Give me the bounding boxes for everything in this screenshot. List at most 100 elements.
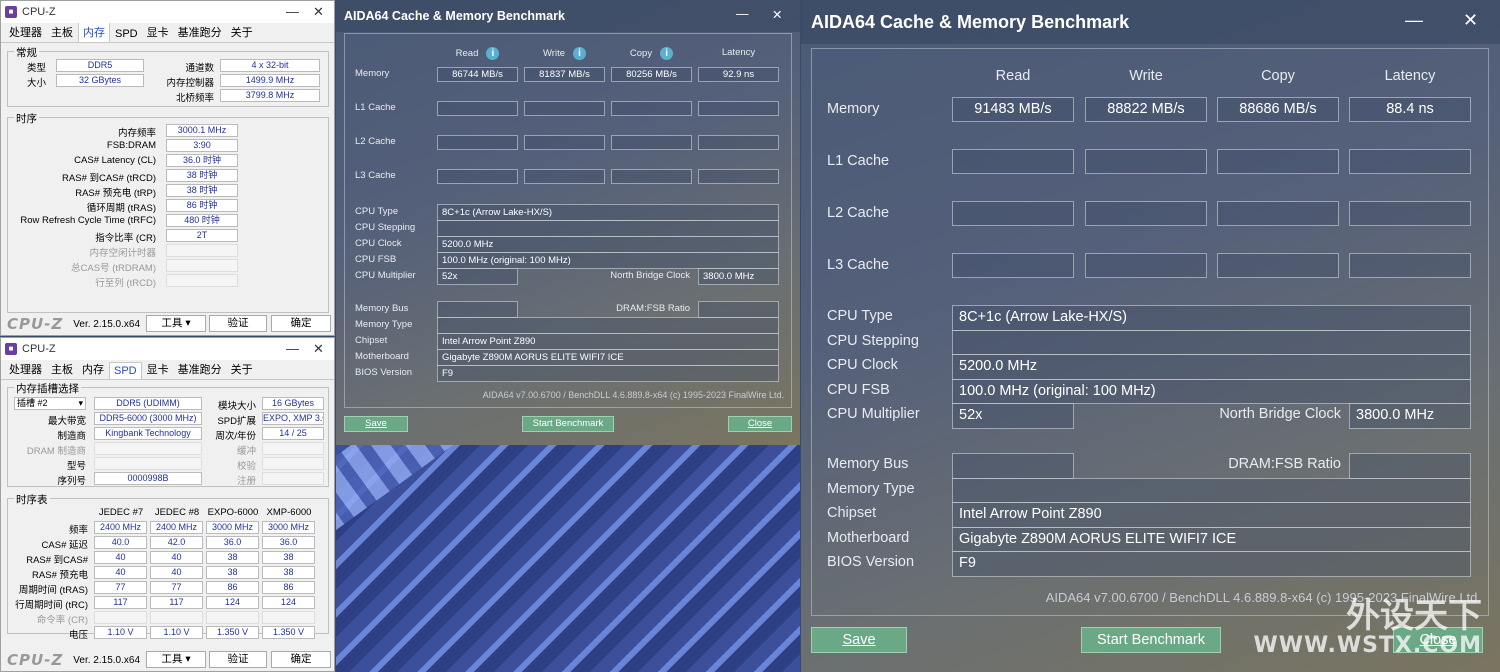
tab-cpu[interactable]: 处理器 (5, 22, 46, 42)
aida-small-window: AIDA64 Cache & Memory Benchmark — ✕ Read i Wr… (336, 0, 800, 445)
slot-value: 插槽 #2 (17, 398, 48, 408)
info-icon[interactable]: i (573, 47, 586, 60)
close-icon[interactable]: ✕ (772, 7, 782, 22)
col-header: Read (952, 68, 1074, 84)
tools-button[interactable]: 工具 ▾ (146, 651, 206, 668)
ok-button[interactable]: 确定 (271, 315, 331, 332)
group-title: 时序 (14, 111, 39, 126)
module-size-label: 模块大小 (217, 401, 256, 412)
tab-mainboard[interactable]: 主板 (47, 22, 77, 42)
cpuz-memory-window: ■ CPU-Z — ✕ 处理器 主板 内存 SPD 显卡 基准跑分 关于 常规 … (0, 0, 335, 336)
validate-button[interactable]: 验证 (209, 651, 267, 668)
result-box (698, 135, 779, 150)
result-box (437, 135, 518, 150)
bios-version-value: F9 (952, 551, 1471, 577)
table-cell: 2400 MHz (150, 521, 203, 534)
table-row-label: 频率 (68, 525, 88, 536)
result-box: 88686 MB/s (1217, 97, 1339, 122)
maker-value: Kingbank Technology (94, 427, 202, 440)
timing-value: 3000.1 MHz (166, 124, 238, 137)
table-cell: 2400 MHz (94, 521, 147, 534)
result-box: 92.9 ns (698, 67, 779, 82)
watermark-url: WWW.WSTX.COM (1253, 633, 1482, 658)
minimize-icon[interactable]: — (736, 7, 749, 21)
timing-label: 循环周期 (tRAS) (86, 203, 156, 214)
timing-label: 行至列 (tRCD) (95, 278, 156, 289)
close-icon[interactable]: ✕ (1463, 10, 1478, 31)
table-cell (262, 611, 315, 624)
cpu-fsb-label: CPU FSB (827, 381, 890, 398)
close-button[interactable]: Close (728, 416, 792, 432)
table-cell: 1.350 V (206, 626, 259, 639)
table-cell: 36.0 (206, 536, 259, 549)
tab-graphics[interactable]: 显卡 (143, 359, 173, 379)
save-button[interactable]: Save (344, 416, 408, 432)
minimize-icon[interactable]: — (1405, 10, 1423, 31)
cpu-clock-value: 5200.0 MHz (952, 354, 1471, 380)
ok-button[interactable]: 确定 (271, 651, 331, 668)
tab-cpu[interactable]: 处理器 (5, 359, 46, 379)
dram-fsb-label: DRAM:FSB Ratio (616, 303, 690, 314)
tab-bench[interactable]: 基准跑分 (174, 359, 226, 379)
model-label: 型号 (66, 461, 86, 472)
tab-mainboard[interactable]: 主板 (47, 359, 77, 379)
tab-spd[interactable]: SPD (111, 26, 142, 42)
motherboard-value: Gigabyte Z890M AORUS ELITE WIFI7 ICE (437, 349, 779, 366)
aida-large-window: AIDA64 Cache & Memory Benchmark — ✕ Read Wri… (801, 0, 1500, 672)
tab-bench[interactable]: 基准跑分 (174, 22, 226, 42)
timing-label: CAS# Latency (CL) (74, 155, 156, 166)
cpu-multiplier-value: 52x (437, 268, 518, 285)
col-header-label: Read (995, 68, 1031, 84)
start-benchmark-button[interactable]: Start Benchmark (522, 416, 614, 432)
col-header: Latency (1349, 68, 1471, 84)
dram-maker-label: DRAM 制造商 (26, 446, 86, 457)
nb-clock-value: 3800.0 MHz (1349, 403, 1471, 429)
col-header-label: Read (455, 48, 479, 59)
table-cell: 77 (94, 581, 147, 594)
minimize-icon[interactable]: — (286, 4, 299, 19)
info-icon[interactable]: i (486, 47, 500, 60)
dram-maker-value (94, 442, 202, 455)
cpu-type-value: 8C+1c (Arrow Lake-HX/S) (437, 204, 779, 221)
bios-version-value: F9 (437, 365, 779, 382)
result-box (437, 169, 518, 184)
timing-value: 3:90 (166, 139, 238, 152)
result-box (1349, 201, 1471, 226)
tools-button[interactable]: 工具 ▾ (146, 315, 206, 332)
start-benchmark-button[interactable]: Start Benchmark (1081, 627, 1221, 653)
mc-value: 1499.9 MHz (220, 74, 320, 87)
minimize-icon[interactable]: — (286, 341, 299, 356)
close-icon[interactable]: ✕ (313, 4, 324, 20)
slot-select[interactable]: 插槽 #2 ▾ (14, 397, 86, 410)
tab-memory[interactable]: 内存 (78, 359, 108, 379)
result-box: 81837 MB/s (524, 67, 605, 82)
cpu-clock-label: CPU Clock (827, 357, 898, 373)
max-bw-value: DDR5-6000 (3000 MHz) (94, 412, 202, 425)
result-box: 88822 MB/s (1085, 97, 1207, 122)
table-col-header: XMP-6000 (266, 507, 312, 518)
table-cell: 40.0 (94, 536, 147, 549)
cpu-multiplier-value: 52x (952, 403, 1074, 429)
tab-memory[interactable]: 内存 (78, 21, 110, 42)
result-box (1085, 253, 1207, 278)
tab-about[interactable]: 关于 (227, 22, 257, 42)
validate-button[interactable]: 验证 (209, 315, 267, 332)
result-box (611, 135, 692, 150)
timing-label: 内存频率 (117, 128, 156, 139)
timing-label: Row Refresh Cycle Time (tRFC) (20, 215, 156, 226)
check-label: 校验 (236, 461, 256, 472)
save-button[interactable]: Save (811, 627, 907, 653)
info-icon[interactable]: i (660, 47, 674, 60)
module-type-value: DDR5 (UDIMM) (94, 397, 202, 410)
timing-value: 38 时钟 (166, 184, 238, 197)
tab-spd[interactable]: SPD (109, 362, 142, 379)
tab-graphics[interactable]: 显卡 (143, 22, 173, 42)
serial-label: 序列号 (57, 476, 86, 487)
result-box: 88.4 ns (1349, 97, 1471, 122)
window-title: AIDA64 Cache & Memory Benchmark (344, 9, 565, 23)
tools-label: 工具 (161, 653, 183, 665)
close-icon[interactable]: ✕ (313, 341, 324, 357)
tab-about[interactable]: 关于 (227, 359, 257, 379)
col-header-label: Latency (1384, 68, 1436, 84)
cpu-clock-label: CPU Clock (355, 238, 402, 249)
